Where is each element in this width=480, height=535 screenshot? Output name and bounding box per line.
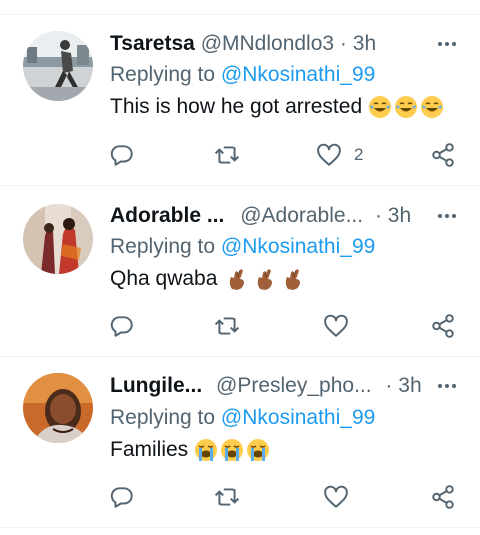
avatar[interactable]: [23, 373, 93, 443]
like-button[interactable]: [323, 311, 361, 341]
heart-icon: [317, 143, 341, 166]
replying-label: Replying to: [110, 406, 216, 429]
face-with-tears-of-joy-icon: [420, 95, 444, 119]
retweet-button[interactable]: [214, 482, 240, 512]
display-name[interactable]: Lungile...: [110, 374, 202, 397]
retweet-icon: [214, 488, 240, 506]
user-handle[interactable]: @Adorable...: [240, 204, 363, 227]
retweet-icon: [214, 317, 240, 335]
replying-label: Replying to: [110, 235, 216, 258]
separator-dot: ·: [374, 204, 382, 227]
timestamp[interactable]: 3h: [353, 32, 376, 55]
reply-icon: [110, 145, 133, 166]
mention-link[interactable]: @Nkosinathi_99: [221, 406, 375, 429]
heart-icon: [324, 314, 348, 337]
share-icon: [432, 314, 454, 338]
like-button[interactable]: [323, 482, 361, 512]
retweet-icon: [214, 146, 240, 164]
replying-to: Replying to @Nkosinathi_99: [110, 60, 375, 90]
timestamp[interactable]: 3h: [388, 204, 411, 227]
tweet-text-content: This is how he got arrested: [110, 95, 363, 118]
replying-label: Replying to: [110, 63, 216, 86]
tweet-text: Qha qwaba: [110, 264, 305, 294]
more-options-icon[interactable]: [438, 29, 456, 59]
replying-to: Replying to @Nkosinathi_99: [110, 232, 375, 262]
more-options-icon[interactable]: [438, 201, 456, 231]
top-divider: [0, 0, 480, 15]
tweet[interactable]: Adorable ... @Adorable... · 3h Replying …: [0, 186, 480, 357]
reply-button[interactable]: [109, 482, 135, 512]
avatar[interactable]: [23, 204, 93, 274]
share-icon: [432, 143, 454, 167]
crossed-fingers-icon: [225, 267, 249, 291]
heart-icon: [324, 485, 348, 508]
share-button[interactable]: [430, 140, 456, 170]
share-button[interactable]: [430, 311, 456, 341]
share-button[interactable]: [430, 482, 456, 512]
more-options-icon[interactable]: [438, 371, 456, 401]
tweet-header: Adorable ... @Adorable... · 3h: [110, 201, 460, 231]
tweet-header: Tsaretsa @MNdlondlo3 · 3h: [110, 29, 460, 59]
crossed-fingers-icon: [281, 267, 305, 291]
share-icon: [432, 485, 454, 509]
loudly-crying-face-icon: [220, 438, 244, 462]
mention-link[interactable]: @Nkosinathi_99: [221, 63, 375, 86]
tweet-header: Lungile... @Presley_pho... · 3h: [110, 371, 460, 401]
tweet-actions: [0, 482, 480, 512]
display-name[interactable]: Adorable ...: [110, 204, 224, 227]
loudly-crying-face-icon: [246, 438, 270, 462]
retweet-button[interactable]: [214, 311, 240, 341]
like-button[interactable]: 2: [316, 140, 363, 170]
reply-icon: [110, 487, 133, 508]
separator-dot: ·: [385, 374, 393, 397]
replying-to: Replying to @Nkosinathi_99: [110, 403, 375, 433]
tweet-text-content: Families: [110, 438, 189, 461]
timestamp[interactable]: 3h: [398, 374, 421, 397]
reply-button[interactable]: [109, 140, 135, 170]
reply-icon: [110, 316, 133, 337]
tweet-text-content: Qha qwaba: [110, 267, 218, 290]
reply-button[interactable]: [109, 311, 135, 341]
avatar[interactable]: [23, 31, 93, 101]
tweet-actions: [0, 311, 480, 341]
crossed-fingers-icon: [253, 267, 277, 291]
separator-dot: ·: [339, 32, 347, 55]
tweet-actions: 2: [0, 140, 480, 170]
user-handle[interactable]: @MNdlondlo3: [201, 32, 334, 55]
tweet[interactable]: Tsaretsa @MNdlondlo3 · 3h Replying to @N…: [0, 15, 480, 186]
display-name[interactable]: Tsaretsa: [110, 32, 195, 55]
tweet-text: This is how he got arrested: [110, 92, 444, 122]
mention-link[interactable]: @Nkosinathi_99: [221, 235, 375, 258]
user-handle[interactable]: @Presley_pho...: [216, 374, 372, 397]
face-with-tears-of-joy-icon: [394, 95, 418, 119]
tweet[interactable]: Lungile... @Presley_pho... · 3h Replying…: [0, 357, 480, 528]
like-count: 2: [354, 145, 364, 164]
retweet-button[interactable]: [214, 140, 240, 170]
loudly-crying-face-icon: [194, 438, 218, 462]
tweet-text: Families: [110, 435, 270, 465]
face-with-tears-of-joy-icon: [368, 95, 392, 119]
